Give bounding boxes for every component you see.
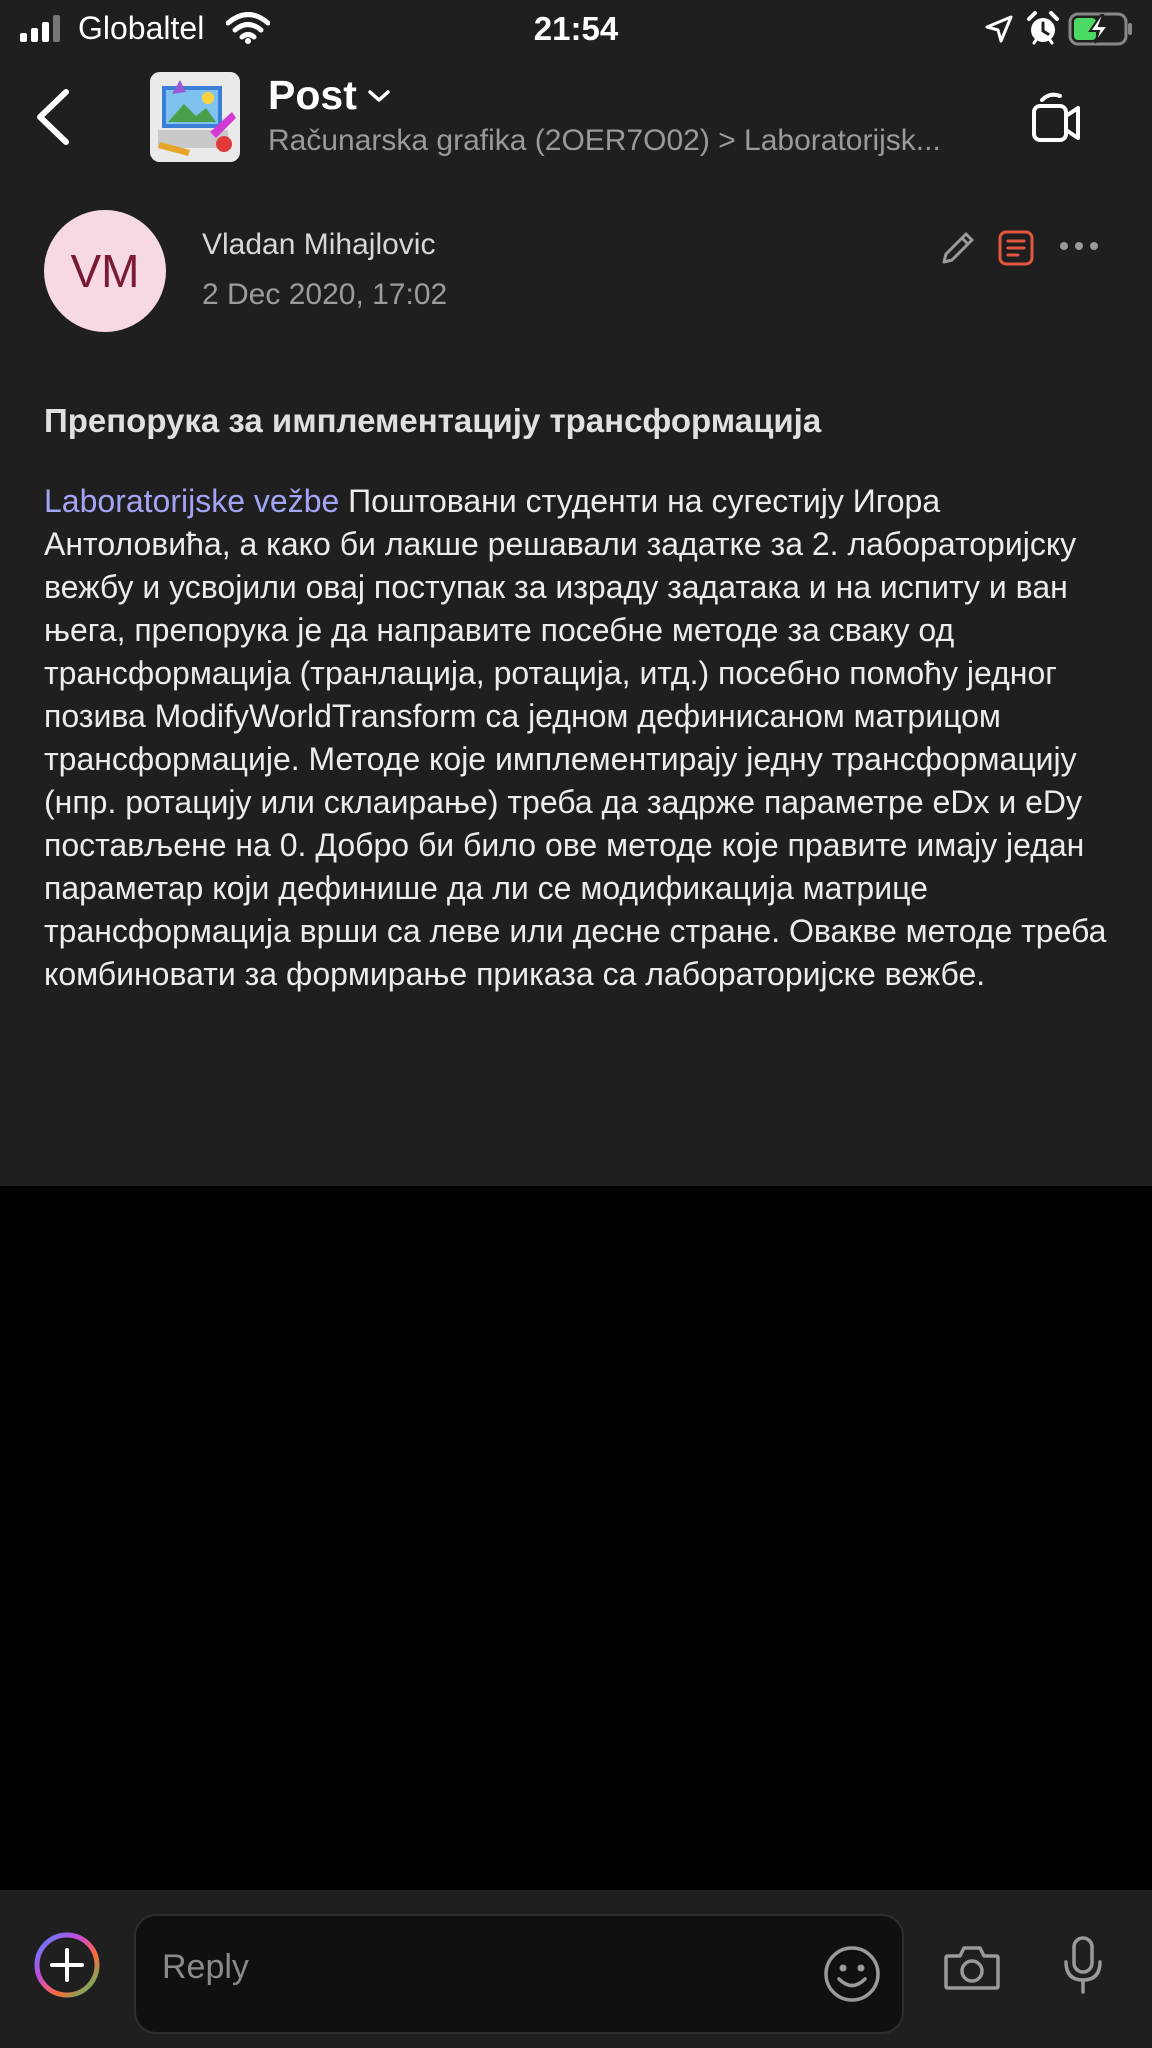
battery-charging-icon xyxy=(1068,12,1132,46)
channel-thumbnail[interactable] xyxy=(150,72,240,162)
plus-icon[interactable] xyxy=(32,1930,102,2000)
chevron-down-icon xyxy=(368,89,390,102)
microphone-icon[interactable] xyxy=(1060,1934,1106,1998)
clock: 21:54 xyxy=(533,10,619,47)
post-timestamp: 2 Dec 2020, 17:02 xyxy=(202,278,448,311)
camera-icon[interactable] xyxy=(942,1942,1002,1994)
author-name[interactable]: Vladan Mihajlovic xyxy=(202,228,435,262)
status-bar: Globaltel 21:54 xyxy=(0,0,1152,58)
avatar[interactable]: VM xyxy=(44,210,166,332)
video-call-icon[interactable] xyxy=(1030,88,1082,148)
post-body-text: Поштовани студенти на сугестију Игора Ан… xyxy=(44,483,1107,992)
alarm-icon xyxy=(1027,11,1059,45)
page-title-label: Post xyxy=(268,72,357,118)
more-icon[interactable] xyxy=(1060,242,1098,250)
edit-icon[interactable] xyxy=(938,228,978,268)
post-heading: Препорука за имплементацију трансформаци… xyxy=(44,402,822,439)
post-card: VM Vladan Mihajlovic 2 Dec 2020, 17:02 П… xyxy=(0,188,1152,1186)
reply-box[interactable] xyxy=(134,1914,904,2034)
channel-tag-link[interactable]: Laboratorijske vežbe xyxy=(44,483,339,519)
back-icon[interactable] xyxy=(30,86,80,148)
task-icon[interactable] xyxy=(996,228,1036,268)
breadcrumb[interactable]: Računarska grafika (2OER7O02) > Laborato… xyxy=(268,124,1008,158)
channel-image xyxy=(150,72,240,162)
page-title[interactable]: Post xyxy=(268,72,391,119)
post-header: Post Računarska grafika (2OER7O02) > Lab… xyxy=(0,58,1152,188)
post-body: Laboratorijske vežbe Поштовани студенти … xyxy=(44,480,1114,996)
location-icon xyxy=(985,15,1013,43)
emoji-icon[interactable] xyxy=(822,1944,882,2004)
reply-input[interactable] xyxy=(162,1948,722,1987)
reply-bar xyxy=(0,1890,1152,2048)
